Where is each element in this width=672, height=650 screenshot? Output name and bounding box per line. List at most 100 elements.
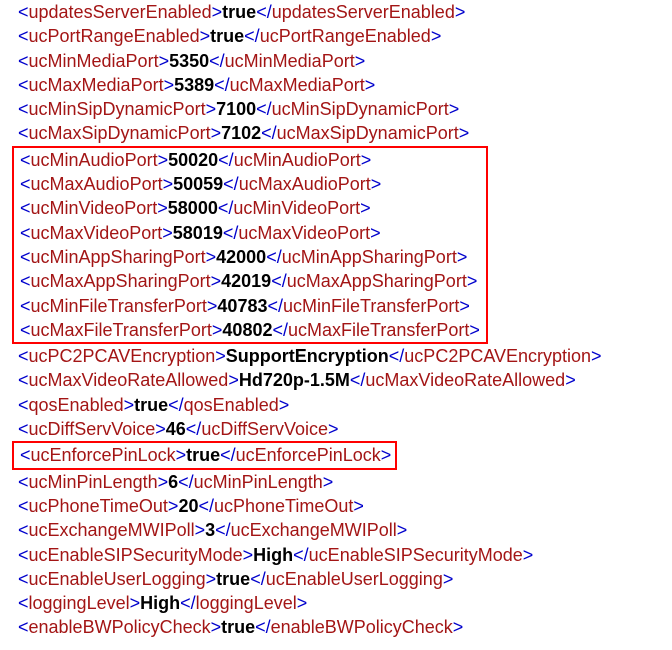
xml-value: 42000 [216,247,266,267]
xml-open-tag: ucPhoneTimeOut [29,496,168,516]
xml-close-tag: ucMinSipDynamicPort [272,99,449,119]
xml-value: 5350 [169,51,209,71]
xml-close-tag: ucMaxVideoRateAllowed [365,370,565,390]
xml-line-qosenabled: <qosEnabled>true</qosEnabled> [0,393,672,417]
xml-close-tag: ucMinPinLength [194,472,323,492]
xml-open-tag: ucMinAudioPort [31,150,158,170]
xml-line-ucphonetimeout: <ucPhoneTimeOut>20</ucPhoneTimeOut> [0,494,672,518]
xml-close-tag: ucEnforcePinLock [236,445,381,465]
xml-line-ucminpinlength: <ucMinPinLength>6</ucMinPinLength> [0,470,672,494]
xml-line-ucminaudioport: <ucMinAudioPort>50020</ucMinAudioPort> [14,148,486,172]
xml-open-tag: ucMaxVideoPort [31,223,163,243]
xml-line-ucmaxvideoport: <ucMaxVideoPort>58019</ucMaxVideoPort> [14,221,486,245]
xml-value: Hd720p-1.5M [239,370,350,390]
xml-open-tag: ucMinPinLength [29,472,158,492]
xml-value: true [186,445,220,465]
xml-close-tag: ucMaxAudioPort [239,174,371,194]
xml-value: High [140,593,180,613]
xml-value: 3 [205,520,215,540]
xml-line-ucminfiletransferport: <ucMinFileTransferPort>40783</ucMinFileT… [14,294,486,318]
xml-line-ucdiffservvoice: <ucDiffServVoice>46</ucDiffServVoice> [0,417,672,441]
xml-open-tag: ucMaxVideoRateAllowed [29,370,229,390]
xml-open-tag: ucMaxAudioPort [31,174,163,194]
xml-value: 7102 [221,123,261,143]
xml-close-tag: enableBWPolicyCheck [271,617,453,637]
xml-value: true [210,26,244,46]
xml-code-block: <updatesServerEnabled>true</updatesServe… [0,0,672,650]
xml-value: true [216,569,250,589]
xml-open-tag: ucPortRangeEnabled [29,26,200,46]
xml-open-tag: ucExchangeMWIPoll [29,520,195,540]
xml-line-ucenableuserlogging: <ucEnableUserLogging>true</ucEnableUserL… [0,567,672,591]
xml-line-ucminmediaport: <ucMinMediaPort>5350</ucMinMediaPort> [0,49,672,73]
xml-close-tag: ucMinMediaPort [225,51,355,71]
xml-close-tag: updatesServerEnabled [272,2,455,22]
xml-value: 20 [178,496,198,516]
xml-close-tag: ucPhoneTimeOut [214,496,353,516]
xml-line-ucmaxaudioport: <ucMaxAudioPort>50059</ucMaxAudioPort> [14,172,486,196]
xml-line-ucmaxfiletransferport: <ucMaxFileTransferPort>40802</ucMaxFileT… [14,318,486,342]
xml-value: 50020 [168,150,218,170]
xml-close-tag: ucDiffServVoice [201,419,328,439]
xml-value: 50059 [173,174,223,194]
xml-open-tag: ucMaxMediaPort [29,75,164,95]
xml-value: 58019 [173,223,223,243]
xml-line-ucenablesipsecuritymode: <ucEnableSIPSecurityMode>High</ucEnableS… [0,543,672,567]
xml-value: 40783 [217,296,267,316]
xml-value: 42019 [221,271,271,291]
xml-close-tag: ucMaxVideoPort [238,223,370,243]
xml-close-tag: ucMaxAppSharingPort [287,271,467,291]
highlight-port-range: <ucMinAudioPort>50020</ucMinAudioPort><u… [12,146,488,344]
xml-line-ucpc2pcavencryption: <ucPC2PCAVEncryption>SupportEncryption</… [0,344,672,368]
xml-open-tag: ucPC2PCAVEncryption [29,346,216,366]
xml-open-tag: ucMaxFileTransferPort [31,320,212,340]
xml-open-tag: ucEnforcePinLock [31,445,176,465]
xml-open-tag: ucMinAppSharingPort [31,247,206,267]
highlight-enforce-pin-lock: <ucEnforcePinLock>true</ucEnforcePinLock… [12,441,397,469]
xml-close-tag: ucExchangeMWIPoll [231,520,397,540]
xml-line-ucmaxmediaport: <ucMaxMediaPort>5389</ucMaxMediaPort> [0,73,672,97]
xml-close-tag: ucMinAppSharingPort [282,247,457,267]
xml-close-tag: ucEnableUserLogging [266,569,443,589]
xml-line-ucmaxappsharingport: <ucMaxAppSharingPort>42019</ucMaxAppShar… [14,269,486,293]
xml-open-tag: ucMinFileTransferPort [31,296,207,316]
xml-line-ucminappsharingport: <ucMinAppSharingPort>42000</ucMinAppShar… [14,245,486,269]
xml-close-tag: ucPortRangeEnabled [260,26,431,46]
xml-value: true [221,617,255,637]
xml-line-updatesserverenabled: <updatesServerEnabled>true</updatesServe… [0,0,672,24]
xml-close-tag: ucMaxFileTransferPort [288,320,469,340]
xml-line-ucmaxsipdynamicport: <ucMaxSipDynamicPort>7102</ucMaxSipDynam… [0,121,672,145]
xml-open-tag: ucEnableUserLogging [29,569,206,589]
xml-line-ucmaxvideorateallowed: <ucMaxVideoRateAllowed>Hd720p-1.5M</ucMa… [0,368,672,392]
xml-value: 5389 [174,75,214,95]
xml-open-tag: loggingLevel [29,593,130,613]
xml-close-tag: qosEnabled [184,395,279,415]
xml-value: 7100 [216,99,256,119]
xml-close-tag: ucMaxSipDynamicPort [277,123,459,143]
xml-open-tag: enableBWPolicyCheck [29,617,211,637]
xml-value: 40802 [222,320,272,340]
xml-value: High [253,545,293,565]
xml-close-tag: ucPC2PCAVEncryption [404,346,591,366]
xml-value: 46 [166,419,186,439]
xml-open-tag: ucMinSipDynamicPort [29,99,206,119]
xml-open-tag: ucMinMediaPort [29,51,159,71]
xml-close-tag: loggingLevel [196,593,297,613]
xml-open-tag: updatesServerEnabled [29,2,212,22]
xml-value: true [134,395,168,415]
xml-close-tag: ucMinFileTransferPort [283,296,459,316]
xml-value: 58000 [168,198,218,218]
xml-close-tag: ucEnableSIPSecurityMode [309,545,523,565]
xml-line-ucminsipdynamicport: <ucMinSipDynamicPort>7100</ucMinSipDynam… [0,97,672,121]
xml-open-tag: qosEnabled [29,395,124,415]
xml-value: SupportEncryption [226,346,389,366]
xml-open-tag: ucEnableSIPSecurityMode [29,545,243,565]
xml-value: true [222,2,256,22]
xml-close-tag: ucMinAudioPort [234,150,361,170]
xml-line-ucportrangeenabled: <ucPortRangeEnabled>true</ucPortRangeEna… [0,24,672,48]
xml-open-tag: ucMaxSipDynamicPort [29,123,211,143]
xml-open-tag: ucDiffServVoice [29,419,156,439]
xml-line-ucexchangemwipoll: <ucExchangeMWIPoll>3</ucExchangeMWIPoll> [0,518,672,542]
xml-line-enablebwpolicycheck: <enableBWPolicyCheck>true</enableBWPolic… [0,615,672,639]
xml-open-tag: ucMinVideoPort [31,198,158,218]
